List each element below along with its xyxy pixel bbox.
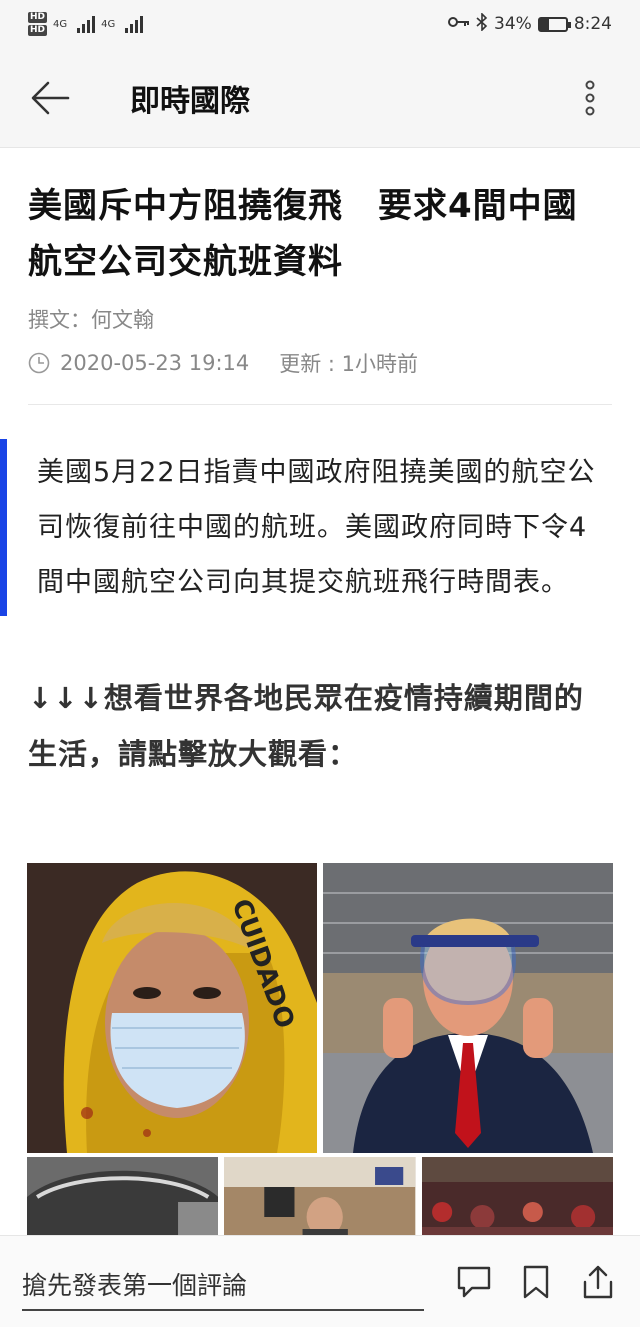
hd-badge-2: HD [28,25,48,36]
app-bar: 即時國際 [0,48,640,148]
hd-badge-1: HD [28,12,48,23]
network-label-1: 4G [53,18,68,30]
publish-date: 2020-05-23 19:14 [60,351,250,375]
article-author: 撰文：何文翰 [28,308,154,332]
article-summary: 美國5月22日指責中國政府阻撓美國的航空公司恢復前往中國的航班。美國政府同時下令… [0,439,640,616]
signal-icon [125,15,144,33]
updated-time: 更新 : 1小時前 [279,352,419,376]
share-button[interactable] [578,1262,618,1302]
article-headline: 美國斥中方阻撓復飛 要求4間中國航空公司交航班資料 [28,186,578,282]
signal-icon [77,15,96,33]
more-options-button[interactable] [540,48,640,148]
gallery-cta: ↓↓↓想看世界各地民眾在疫情持續期間的生活，請點擊放大觀看： [28,681,584,771]
divider [28,404,612,405]
battery-percent: 34% [494,14,532,34]
comment-button[interactable] [454,1262,494,1302]
photo-face-shield [323,863,613,1153]
status-bar: HD HD 4G 4G 34% 8:24 [0,0,640,48]
photo-shop-interior [224,1157,416,1235]
arrow-left-icon [31,81,70,114]
bookmark-button[interactable] [516,1262,556,1302]
clock-icon [28,352,50,374]
battery-icon [537,16,571,32]
hd-badges: HD HD [28,12,48,36]
article-content[interactable]: 美國斥中方阻撓復飛 要求4間中國航空公司交航班資料 撰文：何文翰 2020-05… [0,150,640,1235]
clock: 8:24 [573,14,612,34]
bookmark-icon [523,1265,549,1298]
gallery-photo-5[interactable] [421,1157,613,1235]
gallery-photo-3[interactable] [27,1157,219,1235]
comment-input[interactable]: 搶先發表第一個評論 [22,1253,424,1311]
photo-gallery: CUIDADO [27,863,613,1235]
bottom-bar: 搶先發表第一個評論 [0,1235,640,1327]
key-icon [448,14,470,34]
photo-market [421,1157,613,1235]
bluetooth-icon [476,11,488,36]
gallery-photo-2[interactable] [323,863,613,1153]
comment-icon [457,1266,491,1297]
gallery-photo-1[interactable]: CUIDADO [27,863,317,1153]
photo-masked-person: CUIDADO [27,863,317,1153]
article-meta: 2020-05-23 19:14 更新 : 1小時前 [0,334,640,378]
share-icon [583,1265,613,1298]
page-title: 即時國際 [130,83,250,119]
back-button[interactable] [0,48,100,148]
signal-indicators: HD HD 4G 4G [28,12,144,36]
comment-placeholder: 搶先發表第一個評論 [22,1270,248,1300]
network-label-2: 4G [101,18,116,30]
photo-hangar [27,1157,219,1235]
gallery-photo-4[interactable] [224,1157,416,1235]
more-vertical-icon [585,80,595,115]
